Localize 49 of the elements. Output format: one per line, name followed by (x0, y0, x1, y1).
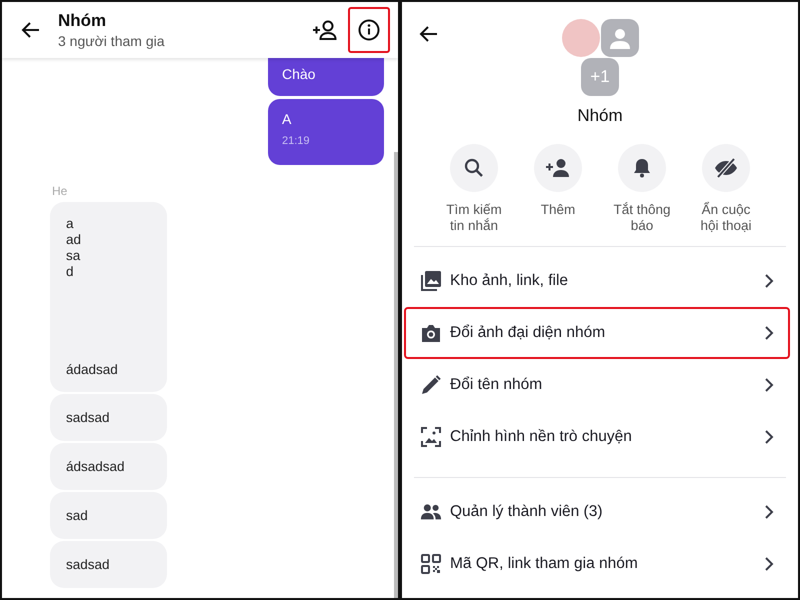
action-button[interactable]: Tìm kiếm tin nhắn (439, 144, 509, 234)
chevron-icon (764, 556, 774, 572)
menu-item[interactable]: Đổi ảnh đại diện nhóm (404, 307, 790, 359)
chevron-icon (764, 429, 774, 445)
action-button[interactable]: Tắt thông báo (607, 144, 677, 234)
message-text: sa (66, 248, 82, 264)
message-text: a (66, 216, 75, 232)
message-text: ádadsad (66, 362, 119, 378)
group-name: Nhóm (576, 106, 624, 126)
message-text: ádsadsad (66, 458, 126, 474)
menu-item[interactable]: Đổi tên nhóm (404, 359, 790, 411)
more-members-badge: +1 (581, 58, 619, 96)
sender-name: He (52, 184, 68, 198)
chat-title: Nhóm (58, 11, 108, 31)
info-button[interactable] (348, 7, 390, 53)
chevron-icon (764, 504, 774, 520)
gallery-icon (420, 270, 442, 292)
eye-slash-icon (702, 144, 750, 192)
message-text: d (66, 264, 75, 280)
message-time: 21:19 (282, 135, 311, 147)
camera-icon (420, 323, 442, 343)
message-text: sadsad (66, 556, 111, 572)
image-frame-icon (420, 426, 442, 448)
add-person-icon (534, 144, 582, 192)
message-text: sadsad (66, 410, 111, 426)
menu-item[interactable]: Quản lý thành viên (3) (404, 486, 790, 538)
bell-icon (618, 144, 666, 192)
search-icon (450, 144, 498, 192)
member-count: 3 người tham gia (58, 33, 166, 49)
message-text: sad (66, 508, 89, 524)
people-icon (420, 503, 442, 521)
menu-item[interactable]: Kho ảnh, link, file (404, 255, 790, 307)
photo-placeholder (562, 19, 600, 57)
message-text: Chào (282, 66, 316, 82)
info-icon (358, 19, 380, 41)
qr-code-icon (420, 553, 442, 575)
message-text: ad (66, 232, 82, 248)
message-text: A (282, 111, 292, 127)
chevron-icon (764, 325, 774, 341)
menu-item[interactable]: Mã QR, link tham gia nhóm (404, 538, 790, 590)
chevron-icon (764, 273, 774, 289)
add-person-icon (312, 19, 338, 41)
avatar-silhouette-icon (600, 19, 638, 57)
pencil-icon (420, 374, 442, 396)
action-button[interactable]: Ẩn cuộc hội thoại (691, 144, 761, 234)
menu-item[interactable]: Chỉnh hình nền trò chuyện (404, 411, 790, 463)
action-button[interactable]: Thêm (523, 144, 593, 234)
scrollbar[interactable] (394, 152, 398, 598)
chevron-icon (764, 377, 774, 393)
